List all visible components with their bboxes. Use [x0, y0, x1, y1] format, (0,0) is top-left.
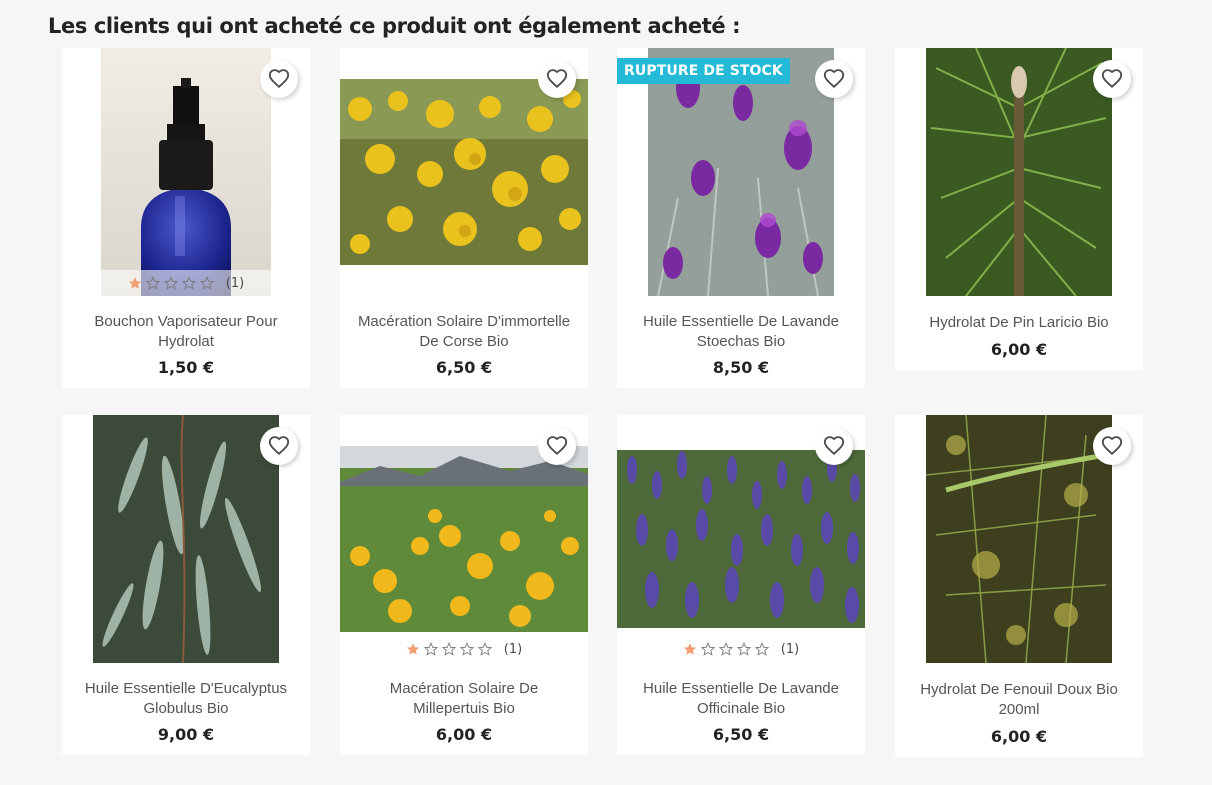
product-thumbnail[interactable]: (1): [340, 415, 588, 663]
wishlist-button[interactable]: [538, 427, 576, 465]
product-price: 9,00 €: [157, 725, 215, 744]
product-price: 6,50 €: [712, 725, 770, 744]
product-thumbnail[interactable]: [62, 415, 310, 663]
heart-outline-icon: [268, 69, 290, 89]
rating-count: (1): [225, 275, 245, 291]
product-thumbnail[interactable]: [340, 48, 588, 296]
product-name-link[interactable]: Huile Essentielle De Lavande Stoechas Bi…: [617, 296, 865, 352]
heart-outline-icon: [546, 436, 568, 456]
wishlist-button[interactable]: [260, 427, 298, 465]
product-image-millepertuis[interactable]: [340, 446, 588, 632]
product-price: 6,50 €: [435, 358, 493, 377]
product-name-link[interactable]: Huile Essentielle D'Eucalyptus Globulus …: [62, 663, 310, 719]
star-filled-icon: [683, 643, 696, 655]
product-card-pin-laricio[interactable]: Hydrolat De Pin Laricio Bio 6,00 €: [895, 48, 1143, 370]
product-price: 1,50 €: [157, 358, 215, 377]
product-image-lavender-field[interactable]: [617, 450, 865, 628]
product-name-link[interactable]: Bouchon Vaporisateur Pour Hydrolat: [62, 296, 310, 352]
product-price: 6,00 €: [990, 340, 1048, 359]
product-thumbnail[interactable]: RUPTURE DE STOCK: [617, 48, 865, 296]
heart-outline-icon: [268, 436, 290, 456]
product-price: 6,00 €: [990, 727, 1048, 746]
product-image-eucalyptus[interactable]: [93, 415, 279, 663]
product-name-link[interactable]: Macération Solaire D'immortelle De Corse…: [340, 296, 588, 352]
product-thumbnail[interactable]: [895, 415, 1143, 663]
star-empty-icon: [459, 642, 474, 656]
product-price: 8,50 €: [712, 358, 770, 377]
product-rating: (1): [617, 636, 865, 662]
product-thumbnail[interactable]: [895, 48, 1143, 296]
star-empty-icon: [199, 276, 214, 290]
product-image-pine[interactable]: [926, 48, 1112, 296]
product-card-immortelle[interactable]: Macération Solaire D'immortelle De Corse…: [340, 48, 588, 388]
product-card-lavande-officinale[interactable]: (1) Huile Essentielle De Lavande Officin…: [617, 415, 865, 755]
wishlist-button[interactable]: [815, 427, 853, 465]
out-of-stock-badge: RUPTURE DE STOCK: [617, 58, 790, 84]
product-name-link[interactable]: Hydrolat De Pin Laricio Bio: [895, 296, 1143, 333]
wishlist-button[interactable]: [538, 60, 576, 98]
product-card-eucalyptus[interactable]: Huile Essentielle D'Eucalyptus Globulus …: [62, 415, 310, 755]
heart-outline-icon: [823, 436, 845, 456]
product-image-spray-bottle[interactable]: [101, 48, 271, 296]
heart-outline-icon: [1101, 436, 1123, 456]
rating-count: (1): [780, 641, 800, 657]
heart-outline-icon: [1101, 69, 1123, 89]
wishlist-button[interactable]: [1093, 427, 1131, 465]
star-empty-icon: [477, 642, 492, 656]
product-rating: (1): [101, 270, 271, 296]
star-filled-icon: [128, 277, 141, 289]
product-card-millepertuis[interactable]: (1) Macération Solaire De Millepertuis B…: [340, 415, 588, 755]
wishlist-button[interactable]: [1093, 60, 1131, 98]
rating-count: (1): [503, 641, 523, 657]
product-card-vaporisateur[interactable]: (1) Bouchon Vaporisateur Pour Hydrolat 1…: [62, 48, 310, 388]
product-image-immortelle[interactable]: [340, 79, 588, 265]
star-empty-icon: [441, 642, 456, 656]
product-image-stoechas[interactable]: [648, 48, 834, 296]
product-image-fennel[interactable]: [926, 415, 1112, 663]
product-thumbnail[interactable]: (1): [617, 415, 865, 663]
star-empty-icon: [423, 642, 438, 656]
star-empty-icon: [163, 276, 178, 290]
product-name-link[interactable]: Hydrolat De Fenouil Doux Bio 200ml: [895, 663, 1143, 720]
star-empty-icon: [736, 642, 751, 656]
star-empty-icon: [145, 276, 160, 290]
star-empty-icon: [700, 642, 715, 656]
star-empty-icon: [754, 642, 769, 656]
wishlist-button[interactable]: [815, 60, 853, 98]
star-filled-icon: [406, 643, 419, 655]
product-name-link[interactable]: Huile Essentielle De Lavande Officinale …: [617, 663, 865, 719]
wishlist-button[interactable]: [260, 60, 298, 98]
product-card-lavande-stoechas[interactable]: RUPTURE DE STOCK Huile Essentielle De La…: [617, 48, 865, 388]
product-rating: (1): [340, 636, 588, 662]
section-title: Les clients qui ont acheté ce produit on…: [48, 14, 741, 38]
heart-outline-icon: [546, 69, 568, 89]
star-empty-icon: [181, 276, 196, 290]
product-card-fenouil[interactable]: Hydrolat De Fenouil Doux Bio 200ml 6,00 …: [895, 415, 1143, 757]
product-name-link[interactable]: Macération Solaire De Millepertuis Bio: [340, 663, 588, 719]
star-empty-icon: [718, 642, 733, 656]
product-price: 6,00 €: [435, 725, 493, 744]
heart-outline-icon: [823, 69, 845, 89]
product-thumbnail[interactable]: (1): [62, 48, 310, 296]
